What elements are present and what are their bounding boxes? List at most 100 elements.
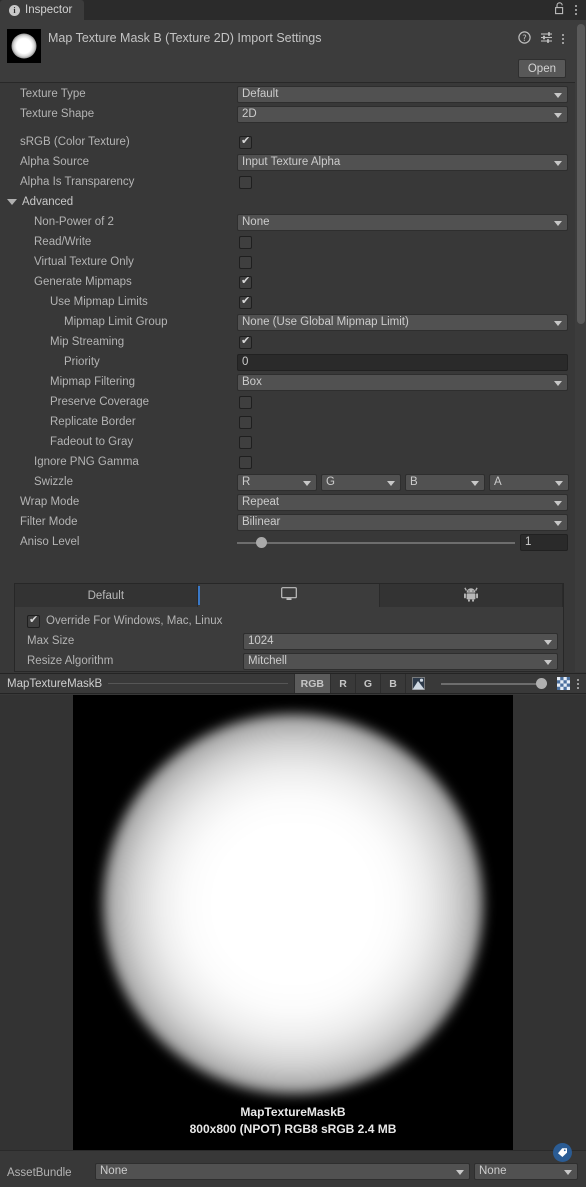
- checkbox-virtual-texture-only[interactable]: [239, 255, 252, 269]
- channel-button-r[interactable]: R: [330, 674, 355, 693]
- assetbundle-label: AssetBundle: [7, 1167, 72, 1179]
- property-row-ignore-png-gamma: Ignore PNG Gamma: [0, 452, 575, 472]
- property-label-texture-shape: Texture Shape: [20, 108, 95, 120]
- dropdown-alpha-source[interactable]: Input Texture Alpha: [237, 153, 568, 171]
- lock-icon[interactable]: [554, 2, 565, 18]
- assetbundle-name-value: None: [100, 1165, 128, 1177]
- channel-button-rgb[interactable]: RGB: [293, 674, 330, 693]
- property-label-mip-streaming: Mip Streaming: [50, 336, 125, 348]
- property-row-virtual-texture-only: Virtual Texture Only: [0, 252, 575, 272]
- assetbundle-name-dropdown[interactable]: None: [95, 1163, 470, 1180]
- platform-tab-default[interactable]: Default: [15, 584, 198, 607]
- dropdown-wrap-mode[interactable]: Repeat: [237, 493, 568, 511]
- chevron-down-icon: [456, 1170, 464, 1175]
- swizzle-value-b: B: [410, 475, 418, 488]
- swizzle-dropdown-b[interactable]: B: [405, 473, 485, 491]
- preset-settings-icon[interactable]: [540, 31, 553, 47]
- max-size-field[interactable]: 1024: [243, 632, 558, 650]
- texture-preview-area: MapTextureMaskB 800x800 (NPOT) RGB8 sRGB…: [0, 695, 586, 1150]
- kebab-menu-icon[interactable]: [570, 678, 586, 689]
- help-icon[interactable]: ?: [518, 31, 531, 47]
- dropdown-texture-type[interactable]: Default: [237, 85, 568, 103]
- max-size-dropdown[interactable]: 1024: [243, 632, 558, 650]
- chevron-down-icon: [554, 160, 562, 166]
- property-row-mipmap-limit-group: Mipmap Limit Group None (Use Global Mipma…: [0, 312, 575, 332]
- property-label-non-power-of-2: Non-Power of 2: [34, 216, 114, 228]
- mipmap-level-slider[interactable]: [435, 674, 553, 693]
- slider-knob[interactable]: [256, 536, 267, 548]
- field-non-power-of-2: None: [237, 213, 568, 231]
- resize-algorithm-field[interactable]: Mitchell: [243, 652, 558, 670]
- preview-asset-name: MapTextureMaskB: [7, 677, 103, 690]
- channel-button-g[interactable]: G: [355, 674, 380, 693]
- checkerboard-alpha-icon[interactable]: [557, 677, 570, 690]
- dropdown-texture-shape[interactable]: 2D: [237, 105, 568, 123]
- checkbox-srgb-color-texture[interactable]: [239, 134, 252, 149]
- foldout-advanced[interactable]: Advanced: [0, 192, 575, 212]
- platform-tab-android-robot[interactable]: [380, 584, 564, 607]
- open-button[interactable]: Open: [517, 59, 566, 78]
- property-row-read-write: Read/Write: [0, 232, 575, 252]
- dropdown-mipmap-limit-group[interactable]: None (Use Global Mipmap Limit): [237, 313, 568, 331]
- checkbox-generate-mipmaps[interactable]: [239, 274, 252, 289]
- android-robot-icon: [464, 586, 479, 605]
- kebab-menu-icon[interactable]: [562, 34, 564, 44]
- max-size-value: 1024: [248, 634, 274, 647]
- property-label-preserve-coverage: Preserve Coverage: [50, 396, 150, 408]
- tab-inspector[interactable]: i Inspector: [0, 0, 85, 20]
- chevron-down-icon: [554, 112, 562, 118]
- property-row-wrap-mode: Wrap Mode Repeat: [0, 492, 575, 512]
- chevron-down-icon: [554, 380, 562, 386]
- checkbox-mip-streaming[interactable]: [239, 334, 252, 349]
- chevron-down-icon: [555, 480, 563, 486]
- checkbox-use-mipmap-limits[interactable]: [239, 294, 252, 309]
- input-priority[interactable]: 0: [237, 353, 568, 371]
- dropdown-value-alpha-source: Input Texture Alpha: [242, 155, 341, 168]
- inspector-scrollbar-thumb[interactable]: [577, 24, 585, 324]
- property-label-alpha-source: Alpha Source: [20, 156, 90, 168]
- thumbnail-glow: [11, 33, 37, 59]
- texture-preview-image[interactable]: MapTextureMaskB 800x800 (NPOT) RGB8 sRGB…: [73, 695, 513, 1150]
- assetbundle-name-field[interactable]: None: [95, 1163, 470, 1180]
- dropdown-non-power-of-2[interactable]: None: [237, 213, 568, 231]
- asset-label-tag-icon[interactable]: [553, 1143, 572, 1162]
- platform-settings-box: Default Override For Windows, Mac, Linux…: [14, 583, 564, 672]
- mipmap-slider-knob[interactable]: [536, 678, 547, 689]
- standalone-monitor-icon: [280, 587, 297, 604]
- checkbox-fadeout-to-gray[interactable]: [239, 435, 252, 449]
- swizzle-dropdown-g[interactable]: G: [321, 473, 401, 491]
- kebab-menu-icon[interactable]: [575, 5, 577, 15]
- info-icon: i: [9, 4, 20, 16]
- inspector-scrollbar[interactable]: [575, 20, 586, 672]
- field-filter-mode: Bilinear: [237, 513, 568, 531]
- resize-algorithm-dropdown[interactable]: Mitchell: [243, 652, 558, 670]
- slider-track: [237, 541, 515, 544]
- dropdown-mipmap-filtering[interactable]: Box: [237, 373, 568, 391]
- property-label-mipmap-limit-group: Mipmap Limit Group: [64, 316, 168, 328]
- override-platform-toggle[interactable]: Override For Windows, Mac, Linux: [15, 611, 563, 631]
- dropdown-filter-mode[interactable]: Bilinear: [237, 513, 568, 531]
- tabbar-icon-group: [554, 0, 586, 20]
- assetbundle-variant-dropdown[interactable]: None: [474, 1163, 578, 1180]
- channel-button-b[interactable]: B: [380, 674, 405, 693]
- checkbox-replicate-border[interactable]: [239, 415, 252, 429]
- property-spacer: [0, 124, 575, 132]
- checkbox-preserve-coverage[interactable]: [239, 395, 252, 409]
- swizzle-dropdown-r[interactable]: R: [237, 473, 317, 491]
- checkbox-read-write[interactable]: [239, 235, 252, 249]
- aniso-level-slider[interactable]: 1: [237, 533, 568, 551]
- swizzle-dropdown-a[interactable]: A: [489, 473, 569, 491]
- mipmap-icon[interactable]: [405, 674, 431, 693]
- platform-tab-label: Default: [87, 589, 125, 602]
- checkbox-ignore-png-gamma[interactable]: [239, 455, 252, 469]
- override-checkbox[interactable]: [27, 613, 40, 628]
- property-label-virtual-texture-only: Virtual Texture Only: [34, 256, 134, 268]
- chevron-down-icon: [471, 480, 479, 486]
- platform-tab-standalone-monitor[interactable]: [197, 584, 381, 607]
- aniso-level-value[interactable]: 1: [520, 533, 568, 551]
- chevron-down-icon: [564, 1170, 572, 1175]
- assetbundle-variant-field[interactable]: None: [474, 1163, 578, 1180]
- property-label-swizzle: Swizzle: [34, 476, 73, 488]
- checkbox-alpha-is-transparency[interactable]: [239, 175, 252, 189]
- field-alpha-source: Input Texture Alpha: [237, 153, 568, 171]
